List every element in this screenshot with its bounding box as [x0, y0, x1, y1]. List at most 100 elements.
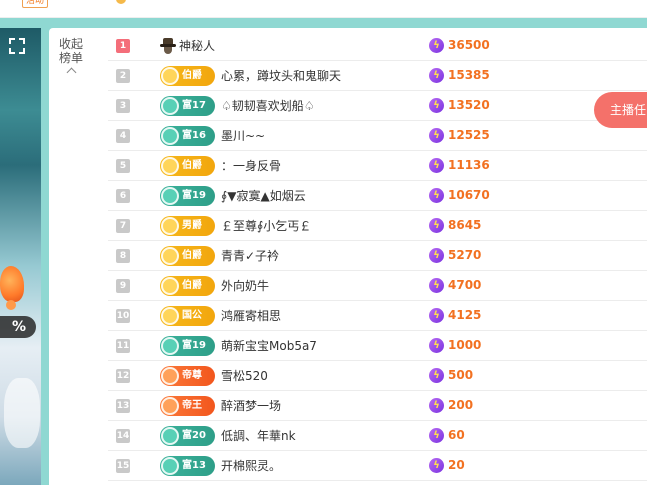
user-name[interactable]: 醉酒梦一场	[221, 398, 281, 414]
lightning-icon: ϟ	[429, 278, 444, 293]
leaderboard-row[interactable]: 12 帝尊 雪松520 ϟ 500	[108, 361, 647, 391]
mystery-user-icon	[160, 38, 176, 54]
level-badge: 帝王	[160, 396, 215, 416]
lightning-icon: ϟ	[429, 38, 444, 53]
lightning-icon: ϟ	[429, 428, 444, 443]
leaderboard-row[interactable]: 7 男爵 ￡至尊∮小乞丐￡ ϟ 8645	[108, 211, 647, 241]
user-name[interactable]: 外向奶牛	[221, 278, 269, 294]
leaderboard-row[interactable]: 6 富19 ∮▼寂寞▲如烟云 ϟ 10670	[108, 181, 647, 211]
level-badge: 男爵	[160, 216, 215, 236]
score-value: 13520	[448, 98, 490, 112]
rank-badge-icon	[161, 337, 179, 355]
rank-number: 13	[116, 399, 130, 413]
rank-number: 14	[116, 429, 130, 443]
rank-number: 11	[116, 339, 130, 353]
score-value: 500	[448, 368, 474, 382]
level-badge-label: 伯爵	[182, 70, 202, 81]
rank-badge-icon	[161, 247, 179, 265]
rank-number: 3	[116, 99, 130, 113]
video-scene	[4, 378, 40, 448]
score-value: 10670	[448, 188, 490, 202]
rank-badge-icon	[161, 157, 179, 175]
level-badge: 伯爵	[160, 276, 215, 296]
host-task-button[interactable]: 主播任	[594, 92, 647, 128]
level-badge: 伯爵	[160, 246, 215, 266]
user-name[interactable]: 神秘人	[179, 38, 215, 54]
rank-badge-icon	[161, 397, 179, 415]
lightning-icon: ϟ	[429, 398, 444, 413]
user-name[interactable]: 萌新宝宝Mob5a7	[221, 338, 317, 354]
chevron-up-icon	[66, 67, 76, 78]
goldfish-tail	[6, 300, 16, 310]
level-badge: 富19	[160, 186, 215, 206]
score-value: 4700	[448, 278, 482, 292]
goldfish-decoration	[0, 266, 24, 302]
lightning-icon: ϟ	[429, 308, 444, 323]
rank-number: 9	[116, 279, 130, 293]
leaderboard-row[interactable]: 1 神秘人 ϟ 36500	[108, 31, 647, 61]
user-name[interactable]: 鸿雁寄相思	[221, 308, 281, 324]
rank-badge-icon	[161, 127, 179, 145]
rank-badge-icon	[161, 277, 179, 295]
leaderboard-row[interactable]: 13 帝王 醉酒梦一场 ϟ 200	[108, 391, 647, 421]
live-video[interactable]: %	[0, 28, 41, 485]
level-badge: 伯爵	[160, 156, 215, 176]
user-name[interactable]: 墨川~~	[221, 128, 265, 144]
activity-chip[interactable]: 活动	[22, 0, 49, 8]
leaderboard-row[interactable]: 5 伯爵 ：一身反骨 ϟ 11136	[108, 151, 647, 181]
level-badge-label: 男爵	[182, 220, 202, 231]
lightning-icon: ϟ	[429, 368, 444, 383]
lightning-icon: ϟ	[429, 98, 444, 113]
user-name[interactable]: ∮▼寂寞▲如烟云	[221, 188, 306, 204]
progress-percent-badge: %	[0, 316, 36, 338]
level-badge-label: 富13	[182, 460, 206, 471]
leaderboard-row[interactable]: 4 富16 墨川~~ ϟ 12525	[108, 121, 647, 151]
user-name[interactable]: ：一身反骨	[221, 158, 281, 174]
score-value: 12525	[448, 128, 490, 142]
level-badge: 富19	[160, 336, 215, 356]
rank-number: 4	[116, 129, 130, 143]
rank-badge-icon	[161, 307, 179, 325]
user-name[interactable]: 开棉熙灵。	[221, 458, 281, 474]
ranking-panel: 收起榜单 1 神秘人 ϟ 36500 2 伯爵 心累，蹲坟头和鬼聊天 ϟ 15385 3 富17 ♤韧…	[49, 28, 647, 485]
score-value: 5270	[448, 248, 482, 262]
leaderboard-row[interactable]: 9 伯爵 外向奶牛 ϟ 4700	[108, 271, 647, 301]
user-name[interactable]: 青青✓子衿	[221, 248, 279, 264]
user-name[interactable]: 心累，蹲坟头和鬼聊天	[221, 68, 341, 84]
leaderboard-row[interactable]: 3 富17 ♤韧韧喜欢划船♤ ϟ 13520	[108, 91, 647, 121]
fullscreen-icon[interactable]	[9, 38, 25, 54]
level-badge-label: 伯爵	[182, 250, 202, 261]
rank-badge-icon	[161, 217, 179, 235]
rank-badge-icon	[161, 427, 179, 445]
collapse-ranking-button[interactable]: 收起榜单	[59, 37, 83, 78]
rank-badge-icon	[161, 457, 179, 475]
user-name[interactable]: 低調、年華nk	[221, 428, 296, 444]
level-badge: 帝尊	[160, 366, 215, 386]
rank-badge-icon	[161, 187, 179, 205]
leaderboard-row[interactable]: 2 伯爵 心累，蹲坟头和鬼聊天 ϟ 15385	[108, 61, 647, 91]
leaderboard-row[interactable]: 14 富20 低調、年華nk ϟ 60	[108, 421, 647, 451]
leaderboard-row[interactable]: 10 国公 鸿雁寄相思 ϟ 4125	[108, 301, 647, 331]
rank-number: 12	[116, 369, 130, 383]
leaderboard-row[interactable]: 15 富13 开棉熙灵。 ϟ 20	[108, 451, 647, 481]
leaderboard-row[interactable]: 11 富19 萌新宝宝Mob5a7 ϟ 1000	[108, 331, 647, 361]
rank-number: 15	[116, 459, 130, 473]
level-badge: 富20	[160, 426, 215, 446]
score-value: 200	[448, 398, 474, 412]
top-bar: 活动	[0, 0, 647, 18]
lightning-icon: ϟ	[429, 338, 444, 353]
score-value: 4125	[448, 308, 482, 322]
user-name[interactable]: ♤韧韧喜欢划船♤	[221, 98, 315, 114]
level-badge-label: 伯爵	[182, 280, 202, 291]
lightning-icon: ϟ	[429, 68, 444, 83]
score-value: 20	[448, 458, 465, 472]
gift-icon[interactable]	[116, 0, 126, 4]
level-badge-label: 富19	[182, 340, 206, 351]
level-badge-label: 国公	[182, 310, 202, 321]
user-name[interactable]: 雪松520	[221, 368, 268, 384]
rank-badge-icon	[161, 97, 179, 115]
level-badge: 富13	[160, 456, 215, 476]
rank-number: 7	[116, 219, 130, 233]
user-name[interactable]: ￡至尊∮小乞丐￡	[221, 218, 311, 234]
leaderboard-row[interactable]: 8 伯爵 青青✓子衿 ϟ 5270	[108, 241, 647, 271]
